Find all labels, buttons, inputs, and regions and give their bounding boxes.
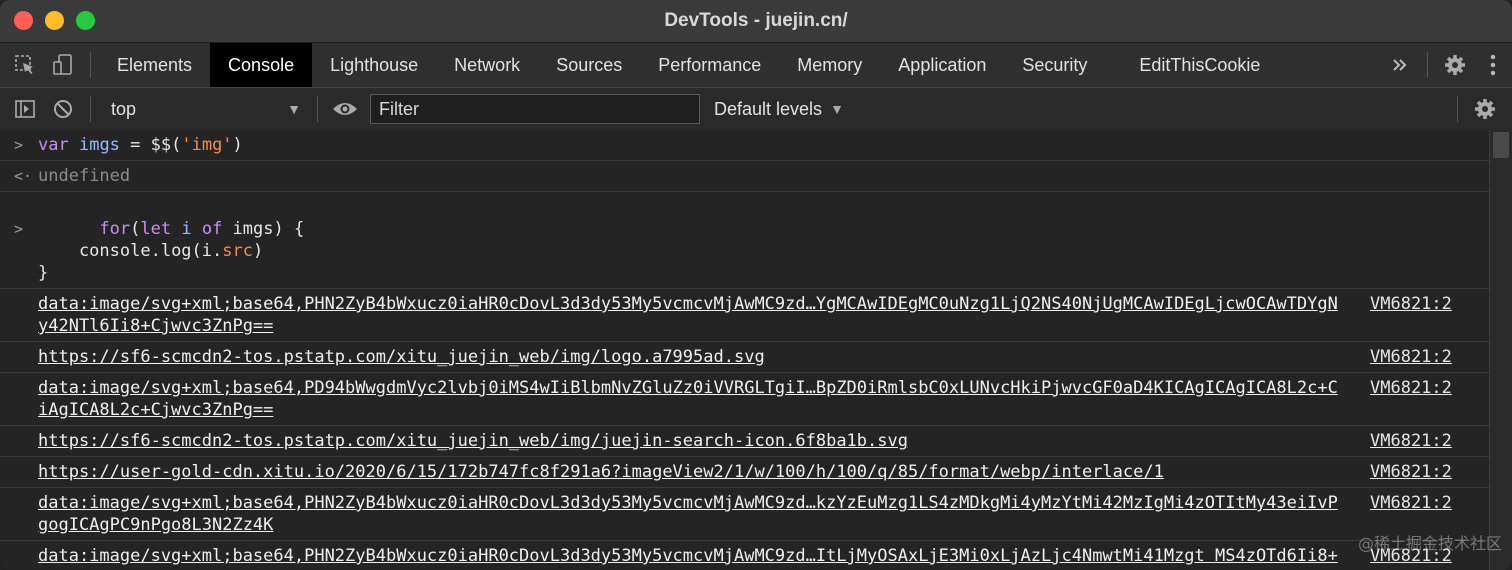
log-entry: data:image/svg+xml;base64,PHN2ZyB4bWxucz…	[0, 488, 1490, 541]
console-toolbar: top ▼ Default levels ▼	[0, 88, 1512, 131]
console-input-entry[interactable]: > var imgs = $$('img')	[0, 130, 1490, 161]
context-selector-value: top	[111, 98, 137, 119]
tab-editthiscookie[interactable]: EditThisCookie	[1121, 43, 1278, 87]
settings-gear-icon[interactable]	[1436, 43, 1474, 87]
sidebar-toggle-icon[interactable]	[6, 87, 44, 131]
log-entry: https://sf6-scmcdn2-tos.pstatp.com/xitu_…	[0, 426, 1490, 457]
code-token: )	[252, 241, 264, 261]
log-source-link[interactable]: VM6821:2	[1356, 377, 1490, 421]
log-source-link[interactable]: VM6821:2	[1356, 461, 1490, 483]
tab-sources[interactable]: Sources	[538, 43, 640, 87]
divider	[317, 96, 318, 122]
code-token: i	[171, 219, 202, 239]
tab-console[interactable]: Console	[210, 43, 313, 87]
code-token: imgs	[78, 135, 120, 155]
log-source-link[interactable]: VM6821:2	[1356, 430, 1490, 452]
console-result-entry: <· undefined	[0, 161, 1490, 192]
code-token: of	[201, 219, 223, 239]
title-bar: DevTools - juejin.cn/	[0, 0, 1512, 43]
divider	[90, 52, 91, 78]
window-title: DevTools - juejin.cn/	[664, 10, 848, 31]
code-token: (i.	[191, 241, 223, 261]
log-url-link[interactable]: data:image/svg+xml;base64,PHN2ZyB4bWxucz…	[38, 545, 1338, 570]
divider	[1457, 96, 1458, 122]
log-url-link[interactable]: data:image/svg+xml;base64,PD94bWwgdmVyc2…	[38, 377, 1338, 421]
code-token: (	[130, 219, 141, 239]
inspect-element-icon[interactable]	[6, 43, 44, 87]
code-token: 'img'	[181, 135, 233, 155]
log-levels-label: Default levels	[714, 98, 823, 119]
tab-memory[interactable]: Memory	[779, 43, 880, 87]
input-prompt-icon: >	[14, 220, 24, 238]
log-url-link[interactable]: data:image/svg+xml;base64,PHN2ZyB4bWxucz…	[38, 293, 1338, 337]
filter-input[interactable]	[370, 94, 700, 124]
watermark-text: @稀土掘金技术社区	[1357, 534, 1502, 553]
code-token: console.	[38, 241, 161, 261]
tab-network[interactable]: Network	[436, 43, 538, 87]
dropdown-arrow-icon: ▼	[287, 101, 301, 117]
code-token: var	[38, 135, 69, 155]
result-prompt-icon: <·	[14, 167, 33, 185]
code-token: )	[232, 135, 243, 155]
console-output: > var imgs = $$('img') <· undefined > for…	[0, 130, 1490, 570]
dropdown-arrow-icon: ▼	[830, 101, 844, 117]
code-token: imgs) {	[222, 219, 305, 239]
result-value: undefined	[38, 166, 131, 186]
divider	[90, 96, 91, 122]
log-entry: https://sf6-scmcdn2-tos.pstatp.com/xitu_…	[0, 342, 1490, 373]
input-prompt-icon: >	[14, 136, 24, 154]
code-token: src	[222, 241, 253, 261]
console-settings-gear-icon[interactable]	[1466, 87, 1504, 131]
code-token: $$(	[150, 135, 182, 155]
clear-console-icon[interactable]	[44, 87, 82, 131]
more-tabs-icon[interactable]	[1381, 43, 1419, 87]
log-entry: data:image/svg+xml;base64,PHN2ZyB4bWxucz…	[0, 541, 1490, 570]
log-levels-dropdown[interactable]: Default levels ▼	[714, 99, 844, 120]
console-toolbar-right	[1449, 88, 1504, 130]
log-url-link[interactable]: data:image/svg+xml;base64,PHN2ZyB4bWxucz…	[38, 492, 1338, 536]
device-toolbar-icon[interactable]	[44, 43, 82, 87]
tab-elements[interactable]: Elements	[99, 43, 210, 87]
devtools-tab-bar: Elements Console Lighthouse Network Sour…	[0, 43, 1512, 88]
log-url-link[interactable]: https://user-gold-cdn.xitu.io/2020/6/15/…	[38, 461, 1338, 483]
divider	[1427, 52, 1428, 78]
tabbar-right-controls	[1381, 43, 1512, 87]
log-entry: data:image/svg+xml;base64,PHN2ZyB4bWxucz…	[0, 289, 1490, 342]
tab-security[interactable]: Security	[1004, 43, 1105, 87]
devtools-window: DevTools - juejin.cn/ Elements Console L…	[0, 0, 1512, 570]
console-scrollbar[interactable]	[1489, 130, 1512, 570]
code-token: let	[140, 219, 172, 239]
code-token: log	[160, 241, 192, 261]
log-url-link[interactable]: https://sf6-scmcdn2-tos.pstatp.com/xitu_…	[38, 430, 1338, 452]
log-url-link[interactable]: https://sf6-scmcdn2-tos.pstatp.com/xitu_…	[38, 346, 1338, 368]
console-input-entry[interactable]: > for(let i of imgs) { console.log(i.src)…	[0, 192, 1490, 289]
code-token: =	[119, 135, 151, 155]
kebab-menu-icon[interactable]	[1474, 43, 1512, 87]
code-token: }	[38, 263, 49, 283]
log-entry: https://user-gold-cdn.xitu.io/2020/6/15/…	[0, 457, 1490, 488]
tab-lighthouse[interactable]: Lighthouse	[312, 43, 436, 87]
tab-performance[interactable]: Performance	[640, 43, 779, 87]
scrollbar-thumb[interactable]	[1493, 132, 1509, 158]
code-token: for	[99, 219, 131, 239]
context-selector[interactable]: top ▼	[99, 88, 309, 130]
live-expression-eye-icon[interactable]	[326, 87, 364, 131]
tab-application[interactable]: Application	[880, 43, 1004, 87]
log-source-link[interactable]: VM6821:2	[1356, 293, 1490, 337]
log-source-link[interactable]: VM6821:2	[1356, 346, 1490, 368]
log-entry: data:image/svg+xml;base64,PD94bWwgdmVyc2…	[0, 373, 1490, 426]
